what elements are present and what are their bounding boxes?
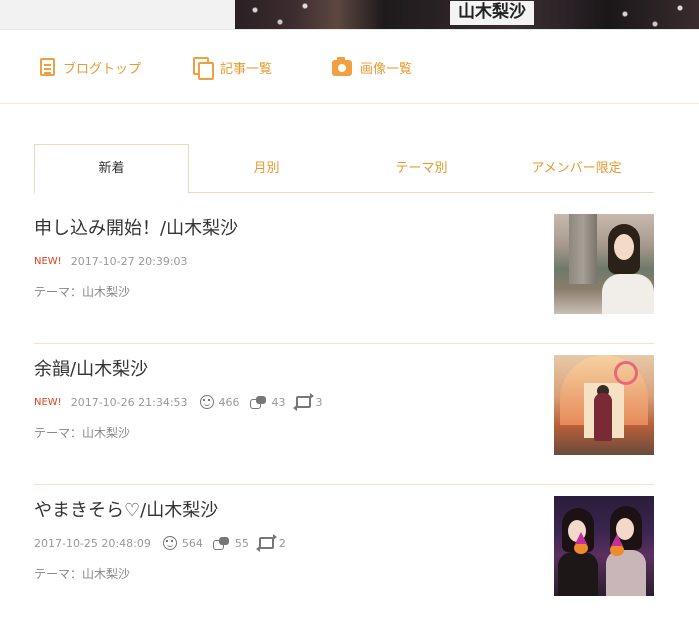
nav-blog-top-label: ブログトップ xyxy=(63,61,142,77)
like-count: 564 xyxy=(162,536,203,550)
reblog-count: 2 xyxy=(255,534,286,552)
entry-thumbnail[interactable] xyxy=(554,355,654,455)
camera-icon xyxy=(332,57,352,76)
comment-count-value: 43 xyxy=(271,395,286,409)
new-badge: NEW! xyxy=(34,396,62,408)
tab-theme[interactable]: テーマ別 xyxy=(344,144,499,193)
like-count-value: 466 xyxy=(218,395,240,409)
entry-theme[interactable]: テーマ：山木梨沙 xyxy=(34,424,130,441)
blog-nav: ブログトップ 記事一覧 画像一覧 xyxy=(0,30,699,104)
document-icon xyxy=(40,58,55,76)
entry-datetime: 2017-10-27 20:39:03 xyxy=(70,254,188,268)
reblog-count-value: 3 xyxy=(315,395,323,409)
reblog-count-value: 2 xyxy=(278,536,286,550)
comment-count: 55 xyxy=(212,536,249,550)
entry-meta: NEW! 2017-10-27 20:39:03 xyxy=(34,253,188,269)
entry-item[interactable]: やまきそら♡/山木梨沙 2017-10-25 20:48:09 564 55 2… xyxy=(34,485,654,623)
entry-datetime: 2017-10-25 20:48:09 xyxy=(34,536,151,550)
entry-title[interactable]: 余韻/山木梨沙 xyxy=(34,355,148,381)
nav-entry-list[interactable]: 記事一覧 xyxy=(192,56,273,80)
entry-meta: 2017-10-25 20:48:09 564 55 2 xyxy=(34,534,286,552)
smile-icon xyxy=(162,536,177,550)
comment-icon xyxy=(249,396,267,409)
nav-image-list[interactable]: 画像一覧 xyxy=(332,56,412,78)
nav-entry-list-label: 記事一覧 xyxy=(220,61,273,77)
entry-tabs: 新着 月別 テーマ別 アメンバー限定 xyxy=(34,144,654,194)
entry-meta: NEW! 2017-10-26 21:34:53 466 43 3 xyxy=(34,393,323,411)
entry-thumbnail[interactable] xyxy=(554,496,654,596)
header-banner[interactable]: 山木梨沙 xyxy=(0,0,699,30)
blog-title[interactable]: 山木梨沙 xyxy=(450,1,534,25)
reblog-count: 3 xyxy=(292,393,323,411)
entry-title[interactable]: 申し込み開始！/山木梨沙 xyxy=(34,214,238,240)
like-count-value: 564 xyxy=(181,536,203,550)
nav-image-list-label: 画像一覧 xyxy=(360,61,413,77)
entry-datetime: 2017-10-26 21:34:53 xyxy=(70,395,188,409)
smile-icon xyxy=(199,395,214,409)
copy-icon xyxy=(192,57,214,80)
entry-title[interactable]: やまきそら♡/山木梨沙 xyxy=(34,496,218,522)
tab-new[interactable]: 新着 xyxy=(34,144,189,194)
tab-amember[interactable]: アメンバー限定 xyxy=(499,144,654,193)
entry-thumbnail[interactable] xyxy=(554,214,654,314)
comment-icon xyxy=(212,537,230,550)
reblog-icon xyxy=(255,534,277,552)
like-count: 466 xyxy=(199,395,240,409)
entry-theme[interactable]: テーマ：山木梨沙 xyxy=(34,565,130,582)
entry-item[interactable]: 余韻/山木梨沙 NEW! 2017-10-26 21:34:53 466 43 … xyxy=(34,344,654,485)
comment-count-value: 55 xyxy=(234,536,249,550)
entry-item[interactable]: 申し込み開始！/山木梨沙 NEW! 2017-10-27 20:39:03 テー… xyxy=(34,203,654,344)
tab-monthly[interactable]: 月別 xyxy=(189,144,344,193)
new-badge: NEW! xyxy=(34,255,62,267)
entry-theme[interactable]: テーマ：山木梨沙 xyxy=(34,283,130,300)
nav-blog-top[interactable]: ブログトップ xyxy=(38,56,141,78)
reblog-icon xyxy=(292,393,314,411)
comment-count: 43 xyxy=(249,395,286,409)
